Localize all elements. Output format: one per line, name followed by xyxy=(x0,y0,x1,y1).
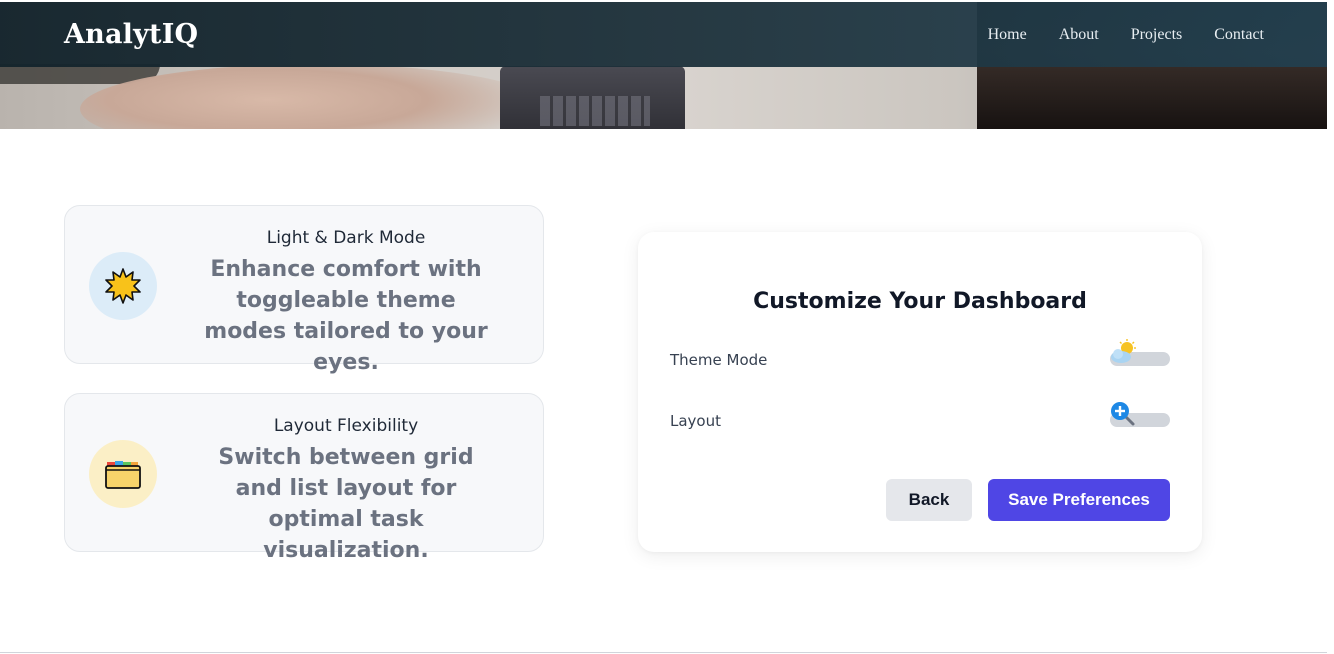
navbar: AnalytIQ Home About Projects Contact xyxy=(0,2,1327,67)
layout-toggle[interactable] xyxy=(1110,402,1170,427)
nav-contact[interactable]: Contact xyxy=(1214,26,1264,44)
feature-description: Enhance comfort with toggleable theme mo… xyxy=(204,257,488,375)
brand-logo[interactable]: AnalytIQ xyxy=(64,19,198,50)
nav-projects[interactable]: Projects xyxy=(1131,26,1183,44)
sun-icon xyxy=(105,268,141,304)
back-button[interactable]: Back xyxy=(886,479,972,521)
panel-title: Customize Your Dashboard xyxy=(753,289,1087,314)
hero-banner: AnalytIQ Home About Projects Contact xyxy=(0,2,1327,129)
scrollbar-gutter xyxy=(1327,0,1334,654)
feature-icon-circle xyxy=(89,252,157,320)
page-divider xyxy=(0,652,1334,653)
theme-mode-label: Theme Mode xyxy=(670,351,768,369)
customize-panel: Customize Your Dashboard Theme Mode Layo… xyxy=(638,232,1202,552)
folder-icon xyxy=(105,461,141,489)
theme-mode-toggle[interactable] xyxy=(1110,339,1170,366)
main-nav: Home About Projects Contact xyxy=(988,26,1264,44)
feature-title: Layout Flexibility xyxy=(273,416,419,436)
feature-card-theme: Light & Dark Mode Enhance comfort with t… xyxy=(64,205,544,375)
feature-icon-circle xyxy=(89,440,157,508)
feature-title: Light & Dark Mode xyxy=(266,228,426,248)
feature-description: Switch between grid and list layout for … xyxy=(218,445,474,563)
zoom-in-icon xyxy=(1111,402,1135,426)
nav-about[interactable]: About xyxy=(1059,26,1099,44)
nav-home[interactable]: Home xyxy=(988,26,1027,44)
feature-card-layout: Layout Flexibility Switch between grid a… xyxy=(64,393,544,563)
layout-label: Layout xyxy=(670,412,721,430)
save-preferences-button[interactable]: Save Preferences xyxy=(988,479,1170,521)
sun-cloud-icon xyxy=(1111,339,1136,363)
hero-laptop xyxy=(500,66,685,129)
